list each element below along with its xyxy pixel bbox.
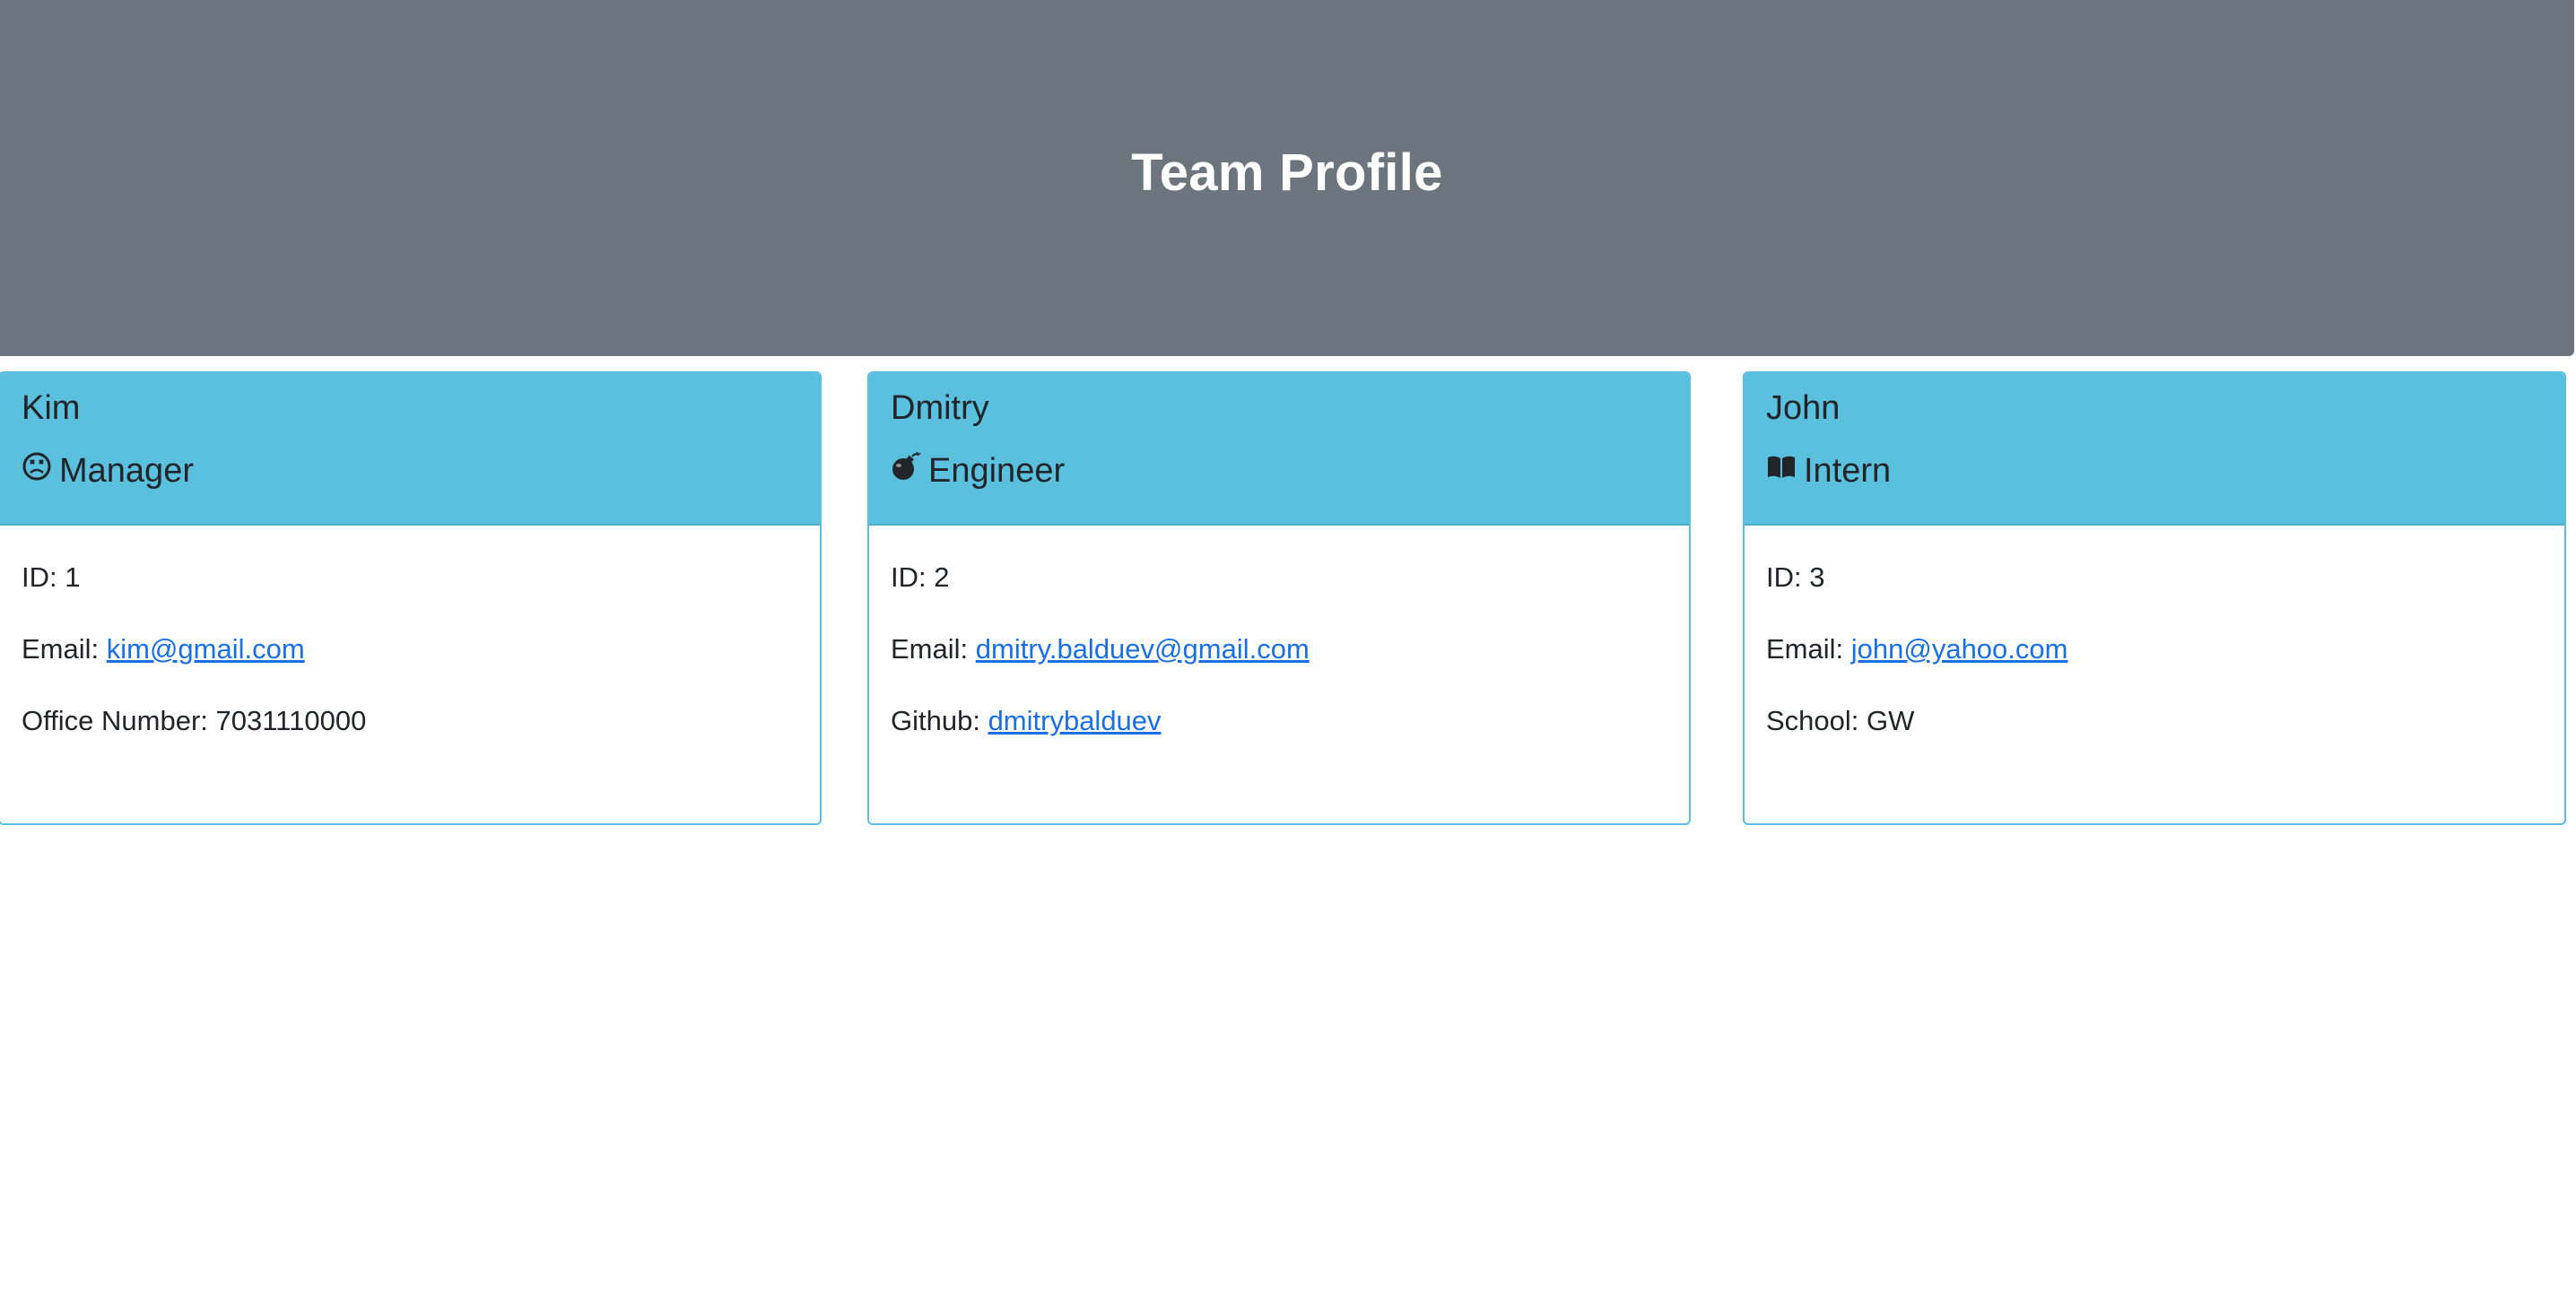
employee-role: Engineer (891, 451, 1066, 491)
email-label: Email: (1766, 633, 1851, 665)
employee-id: ID: 2 (891, 561, 950, 593)
page-header: Team Profile (0, 0, 2574, 356)
email-link[interactable]: dmitry.balduev@gmail.com (976, 633, 1310, 665)
email-label: Email: (22, 633, 107, 665)
email-label: Email: (891, 633, 976, 665)
card-header: Dmitry Engineer (869, 373, 1689, 526)
office-number: Office Number: 7031110000 (22, 705, 367, 736)
employee-name: John (1766, 389, 1841, 427)
employee-name: Kim (22, 389, 81, 427)
employee-id: ID: 3 (1766, 561, 1825, 593)
employee-card-engineer: Dmitry Engineer ID: 2 Email: dmitry.bald… (867, 371, 1691, 825)
card-header: Kim Manager (0, 373, 820, 526)
bomb-icon (891, 451, 921, 482)
github-link[interactable]: dmitrybalduev (988, 705, 1162, 736)
email-link[interactable]: john@yahoo.com (1851, 633, 2068, 665)
github-row: Github: dmitrybalduev (891, 705, 1162, 737)
employee-role: Intern (1766, 452, 1891, 491)
employee-email-row: Email: dmitry.balduev@gmail.com (891, 633, 1310, 665)
role-label: Intern (1804, 452, 1892, 490)
github-label: Github: (891, 705, 988, 736)
open-book-icon (1766, 451, 1797, 482)
employee-card-manager: Kim Manager ID: 1 Email: kim@gmail.com O… (0, 371, 822, 825)
role-label: Engineer (928, 452, 1066, 490)
employee-email-row: Email: kim@gmail.com (22, 633, 305, 665)
school: School: GW (1766, 705, 1915, 736)
role-label: Manager (59, 452, 194, 490)
email-link[interactable]: kim@gmail.com (107, 633, 305, 665)
employee-role: Manager (22, 452, 194, 491)
employee-id: ID: 1 (22, 561, 81, 593)
employee-card-intern: John Intern ID: 3 Email: john@yahoo.com … (1743, 371, 2566, 825)
page-title: Team Profile (1131, 143, 1443, 202)
card-header: John Intern (1745, 373, 2564, 526)
frown-face-icon (22, 451, 52, 482)
employee-email-row: Email: john@yahoo.com (1766, 633, 2067, 665)
employee-name: Dmitry (891, 389, 989, 427)
